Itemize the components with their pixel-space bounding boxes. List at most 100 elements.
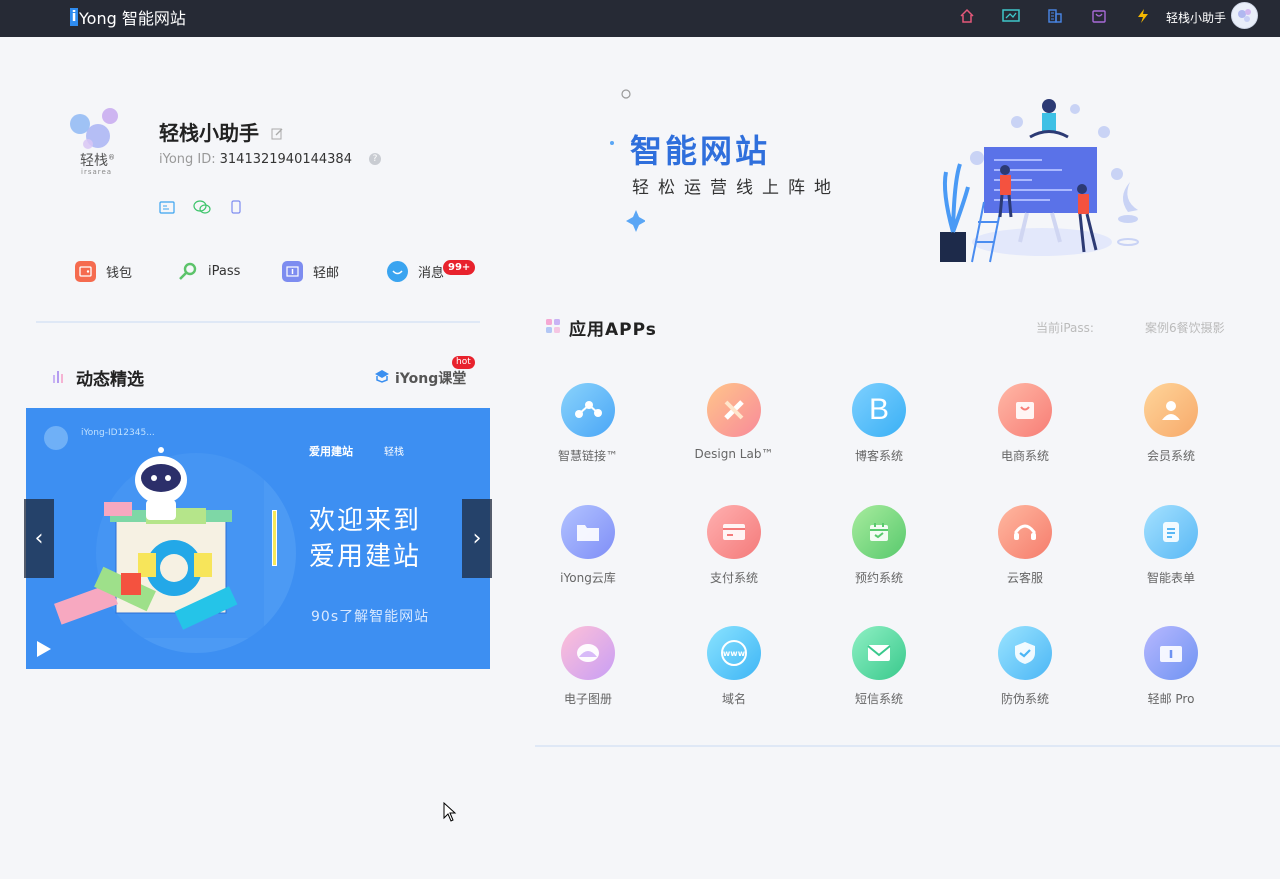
logo-text: 轻栈®	[80, 150, 115, 170]
lightning-icon[interactable]	[1133, 6, 1153, 26]
home-icon[interactable]	[957, 6, 977, 26]
app-item[interactable]: B 博客系统	[819, 383, 939, 464]
carousel-brand-primary: 爱用建站	[309, 445, 353, 458]
apps-title: 应用APPs	[569, 320, 657, 340]
pencil-ruler-icon	[707, 383, 761, 437]
app-label: 预约系统	[854, 571, 903, 585]
carousel-headline-line1: 欢迎来到	[309, 506, 422, 536]
banner-subtitle: 轻松运营线上阵地	[632, 178, 840, 198]
quick-link-label: 消息	[418, 266, 445, 281]
app-item[interactable]: 防伪系统	[965, 626, 1085, 707]
shopping-bag-icon[interactable]	[1089, 6, 1109, 26]
current-ipass-value[interactable]: 案例6餐饮摄影	[1145, 319, 1225, 336]
mail-icon	[282, 261, 303, 282]
news-title: 动态精选	[76, 370, 144, 390]
course-logo-icon	[374, 369, 390, 387]
app-label: 智慧链接™	[557, 449, 618, 463]
brand-i: i	[70, 8, 78, 26]
message-badge: 99+	[443, 260, 476, 275]
profile-id-label: iYong ID:	[159, 152, 216, 167]
top-username[interactable]: 轻栈小助手	[1166, 9, 1226, 26]
mail-pro-icon	[1144, 626, 1198, 680]
carousel-user-id: iYong-ID12345...	[81, 428, 155, 438]
app-label: 短信系统	[854, 692, 903, 706]
building-icon[interactable]	[1045, 6, 1065, 26]
app-item[interactable]: Design Lab™	[674, 383, 794, 461]
course-link[interactable]: iYong课堂	[374, 368, 466, 388]
brand-text: Yong 智能网站	[79, 9, 186, 28]
app-item[interactable]: 电子图册	[528, 626, 648, 707]
mouse-cursor-icon	[443, 802, 457, 822]
quick-link-label: 轻邮	[313, 266, 340, 281]
quick-link-wallet[interactable]: 钱包	[75, 261, 132, 282]
banner-title: 智能网站	[630, 132, 771, 170]
app-item[interactable]: 云客服	[965, 505, 1085, 586]
hot-badge: hot	[452, 356, 475, 369]
edit-icon[interactable]	[271, 125, 285, 140]
apps-section-title: 应用APPs	[545, 315, 657, 340]
divider	[535, 745, 1280, 747]
app-label: 支付系统	[709, 571, 758, 585]
brand-logo[interactable]: i Yong 智能网站	[70, 5, 186, 29]
quick-link-mail[interactable]: 轻邮	[282, 261, 339, 282]
carousel-brand-secondary: 轻栈	[384, 447, 404, 458]
quick-link-label: 钱包	[106, 266, 133, 281]
app-item[interactable]: 智能表单	[1111, 505, 1231, 586]
quick-link-ipass[interactable]: iPass	[177, 261, 240, 282]
user-avatar[interactable]	[1231, 2, 1258, 29]
carousel-subtitle: 90s了解智能网站	[311, 609, 430, 625]
app-label: 域名	[721, 692, 746, 706]
logo-subtext: irsarea	[81, 168, 113, 176]
member-icon	[1144, 383, 1198, 437]
shop-bag-icon	[998, 383, 1052, 437]
current-ipass-label: 当前iPass:	[1036, 321, 1094, 335]
profile-id-value: 3141321940144384	[219, 152, 352, 167]
payment-card-icon	[707, 505, 761, 559]
phone-icon[interactable]	[231, 199, 247, 214]
app-item[interactable]: www 域名	[674, 626, 794, 707]
carousel-prev-button[interactable]: ‹	[24, 499, 54, 578]
banner-illustration	[940, 99, 1139, 263]
logo-reg: ®	[108, 153, 115, 162]
app-label: 会员系统	[1146, 449, 1195, 463]
wechat-icon[interactable]	[193, 199, 211, 214]
quick-link-label: iPass	[208, 264, 241, 279]
carousel-headline-line2: 爱用建站	[309, 542, 422, 572]
app-item[interactable]: 预约系统	[819, 505, 939, 586]
carousel-next-button[interactable]: ›	[462, 499, 492, 578]
top-bar: i Yong 智能网站 轻栈小助手	[0, 0, 1280, 37]
app-label: iYong云库	[560, 571, 616, 585]
app-label: 智能表单	[1146, 571, 1195, 585]
message-icon	[387, 261, 408, 282]
app-item[interactable]: 会员系统	[1111, 383, 1231, 464]
app-label: Design Lab™	[694, 447, 774, 461]
app-item[interactable]: 电商系统	[965, 383, 1085, 464]
app-label: 防伪系统	[1000, 692, 1049, 706]
app-item[interactable]: 轻邮 Pro	[1111, 626, 1231, 707]
app-label: 博客系统	[854, 449, 903, 463]
logo-name: 轻栈	[80, 153, 108, 169]
quick-link-message[interactable]: 消息	[387, 261, 444, 282]
app-item[interactable]: iYong云库	[528, 505, 648, 586]
photo-album-icon	[561, 626, 615, 680]
apps-grid-icon	[545, 318, 561, 338]
carousel-accent-bar	[272, 510, 277, 566]
chart-screen-icon[interactable]	[1001, 6, 1021, 26]
app-item[interactable]: 支付系统	[674, 505, 794, 586]
wallet-icon	[75, 261, 96, 282]
play-icon[interactable]	[37, 641, 51, 657]
promo-carousel[interactable]: iYong-ID12345... 爱用建站 轻栈 欢迎来到 爱用建站 90s了解…	[26, 408, 490, 669]
help-icon[interactable]: ?	[369, 153, 381, 165]
calendar-icon	[852, 505, 906, 559]
news-section-title: 动态精选	[52, 365, 144, 390]
divider	[36, 321, 480, 323]
key-icon	[177, 261, 198, 282]
profile-name: 轻栈小助手	[159, 121, 259, 145]
id-card-icon[interactable]	[159, 199, 175, 214]
bars-icon	[52, 368, 66, 387]
app-item[interactable]: 智慧链接™	[528, 383, 648, 464]
headset-icon	[998, 505, 1052, 559]
app-item[interactable]: 短信系统	[819, 626, 939, 707]
course-link-label: iYong课堂	[395, 371, 467, 387]
blog-b-icon: B	[852, 383, 906, 437]
